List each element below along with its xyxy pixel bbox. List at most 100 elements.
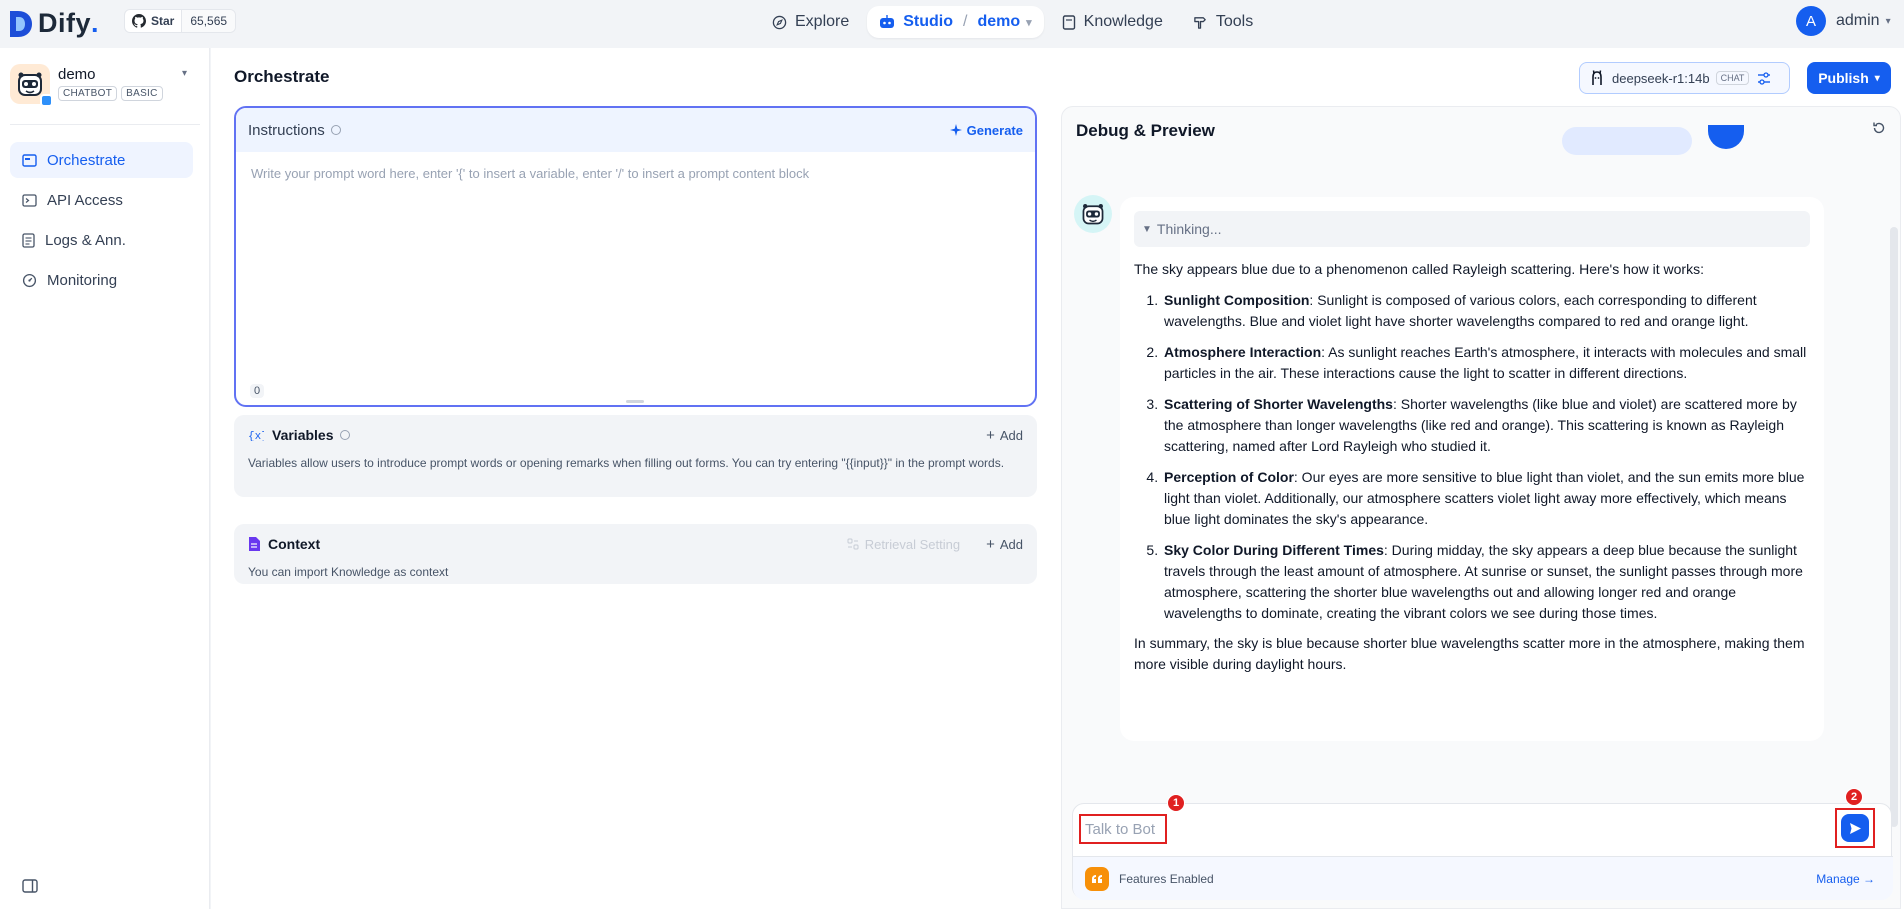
caret-down-icon: ▼ [1142,223,1152,235]
document-icon [22,232,35,248]
thinking-toggle[interactable]: ▼ Thinking... [1134,211,1810,247]
sidebar-item-orchestrate[interactable]: Orchestrate [10,142,193,178]
compass-icon [772,15,787,29]
debug-title: Debug & Preview [1076,121,1215,140]
add-context-button[interactable]: + Add [986,536,1023,553]
retrieval-setting-button[interactable]: Retrieval Setting [847,537,960,552]
features-label: Features Enabled [1119,871,1214,886]
app-type-badge [40,94,53,107]
send-icon [1849,822,1861,834]
chat-input-area: 1 2 Features Enabled Manage → [1072,788,1893,900]
hammer-icon [1194,16,1206,29]
list-item: Sunlight Composition: Sunlight is compos… [1162,290,1810,332]
quote-icon [1085,866,1109,891]
publish-button[interactable]: Publish ▾ [1807,62,1891,94]
context-title: Context [268,536,321,552]
avatar[interactable]: A [1796,6,1826,36]
annotation-marker-1: 1 [1167,794,1185,812]
resize-handle[interactable] [626,400,644,403]
sidebar-item-label: Logs & Ann. [45,231,126,249]
generate-label: Generate [966,122,1023,138]
github-star-count: 65,565 [181,10,236,32]
chat-input[interactable] [1079,814,1167,844]
add-variable-button[interactable]: + Add [986,427,1023,444]
svg-text:{x}: {x} [248,431,264,441]
divider [10,124,200,125]
scrollbar[interactable] [1890,227,1898,827]
info-icon[interactable] [339,430,350,440]
app-sidebar: demo ▾ CHATBOT BASIC Orchestrate API Acc… [0,48,210,909]
app-mode-tag: CHATBOT [58,86,118,101]
context-panel: Context Retrieval Setting + Add You can … [234,524,1037,584]
send-button[interactable] [1841,814,1869,842]
refresh-icon[interactable] [1872,121,1886,138]
settings-icon [847,538,859,550]
account-menu[interactable]: A admin ▾ [1796,6,1891,36]
chevron-down-icon[interactable]: ▾ [1886,16,1891,27]
instructions-placeholder[interactable]: Write your prompt word here, enter '{' t… [251,166,809,181]
app-level-tag: BASIC [121,86,163,101]
sidebar-item-label: Monitoring [47,271,118,289]
char-count: 0 [250,384,265,398]
dify-logo-icon [10,10,32,37]
app-name: demo [58,66,96,83]
sidebar-item-logs[interactable]: Logs & Ann. [10,222,193,258]
model-name: deepseek-r1:14b [1612,70,1710,86]
bot-message: ▼ Thinking... The sky appears blue due t… [1120,197,1824,741]
settings-sliders-icon[interactable] [1757,71,1771,85]
dify-logo[interactable]: Dify. [10,8,99,39]
context-description: You can import Knowledge as context [248,565,449,579]
robot-icon [880,15,895,28]
nav-tools[interactable]: Tools [1181,6,1265,38]
list-item: Sky Color During Different Times: During… [1162,540,1810,624]
sidebar-item-label: Orchestrate [47,151,126,169]
list-item: Atmosphere Interaction: As sunlight reac… [1162,342,1810,384]
chevron-down-icon[interactable]: ▾ [182,68,187,79]
brand-name: Dify. [38,8,100,38]
account-name[interactable]: admin [1836,12,1880,30]
variables-panel: {x} Variables + Add Variables allow user… [234,415,1037,497]
page-title: Orchestrate [234,67,330,86]
gauge-icon [22,273,37,287]
chevron-down-icon: ▾ [1874,72,1880,84]
message-intro: The sky appears blue due to a phenomenon… [1134,261,1704,277]
orchestrate-main: Orchestrate deepseek-r1:14b CHAT Publish… [211,48,1904,909]
model-selector-button[interactable]: deepseek-r1:14b CHAT [1579,62,1790,94]
book-icon [1062,14,1075,30]
instructions-header: Instructions Generate [236,108,1035,152]
nav-studio[interactable]: Studio / demo ▾ [867,6,1044,38]
info-icon[interactable] [330,125,341,135]
variables-description: Variables allow users to introduce promp… [248,456,1005,470]
variables-title: Variables [272,427,334,443]
thinking-label: Thinking... [1156,221,1222,237]
app-switcher[interactable]: demo ▾ CHATBOT BASIC [10,64,200,108]
nav-explore[interactable]: Explore [760,6,861,38]
main-nav: Explore Studio / demo ▾ Knowledge Tools [760,6,1265,38]
github-star-widget[interactable]: Star 65,565 [124,9,237,33]
nav-studio-app[interactable]: demo [977,13,1020,31]
instructions-editor[interactable]: Instructions Generate Write your prompt … [234,106,1037,407]
nav-tools-label: Tools [1215,13,1254,30]
chevron-down-icon[interactable]: ▾ [1026,16,1032,29]
plus-icon: + [986,535,995,553]
nav-knowledge-label: Knowledge [1083,13,1163,30]
list-item: Perception of Color: Our eyes are more s… [1162,467,1810,530]
collapse-sidebar-icon[interactable] [22,879,38,896]
bot-avatar [1074,195,1112,233]
nav-knowledge[interactable]: Knowledge [1050,6,1175,38]
variable-icon: {x} [248,431,264,441]
manage-link[interactable]: Manage → [1816,872,1875,886]
debug-preview-panel: Debug & Preview ▼ Thinking... The sky ap… [1061,106,1901,909]
publish-label: Publish [1818,70,1869,86]
model-mode-tag: CHAT [1715,71,1750,85]
sidebar-item-monitoring[interactable]: Monitoring [10,262,193,298]
orchestrate-icon [22,153,37,167]
message-list: Sunlight Composition: Sunlight is compos… [1134,290,1810,624]
sidebar-item-label: API Access [47,191,123,209]
generate-button[interactable]: Generate [949,122,1023,138]
github-icon [132,14,146,28]
list-item: Scattering of Shorter Wavelengths: Short… [1162,394,1810,457]
sidebar-item-api-access[interactable]: API Access [10,182,193,218]
nav-separator: / [963,13,968,30]
retrieval-label: Retrieval Setting [864,536,961,552]
